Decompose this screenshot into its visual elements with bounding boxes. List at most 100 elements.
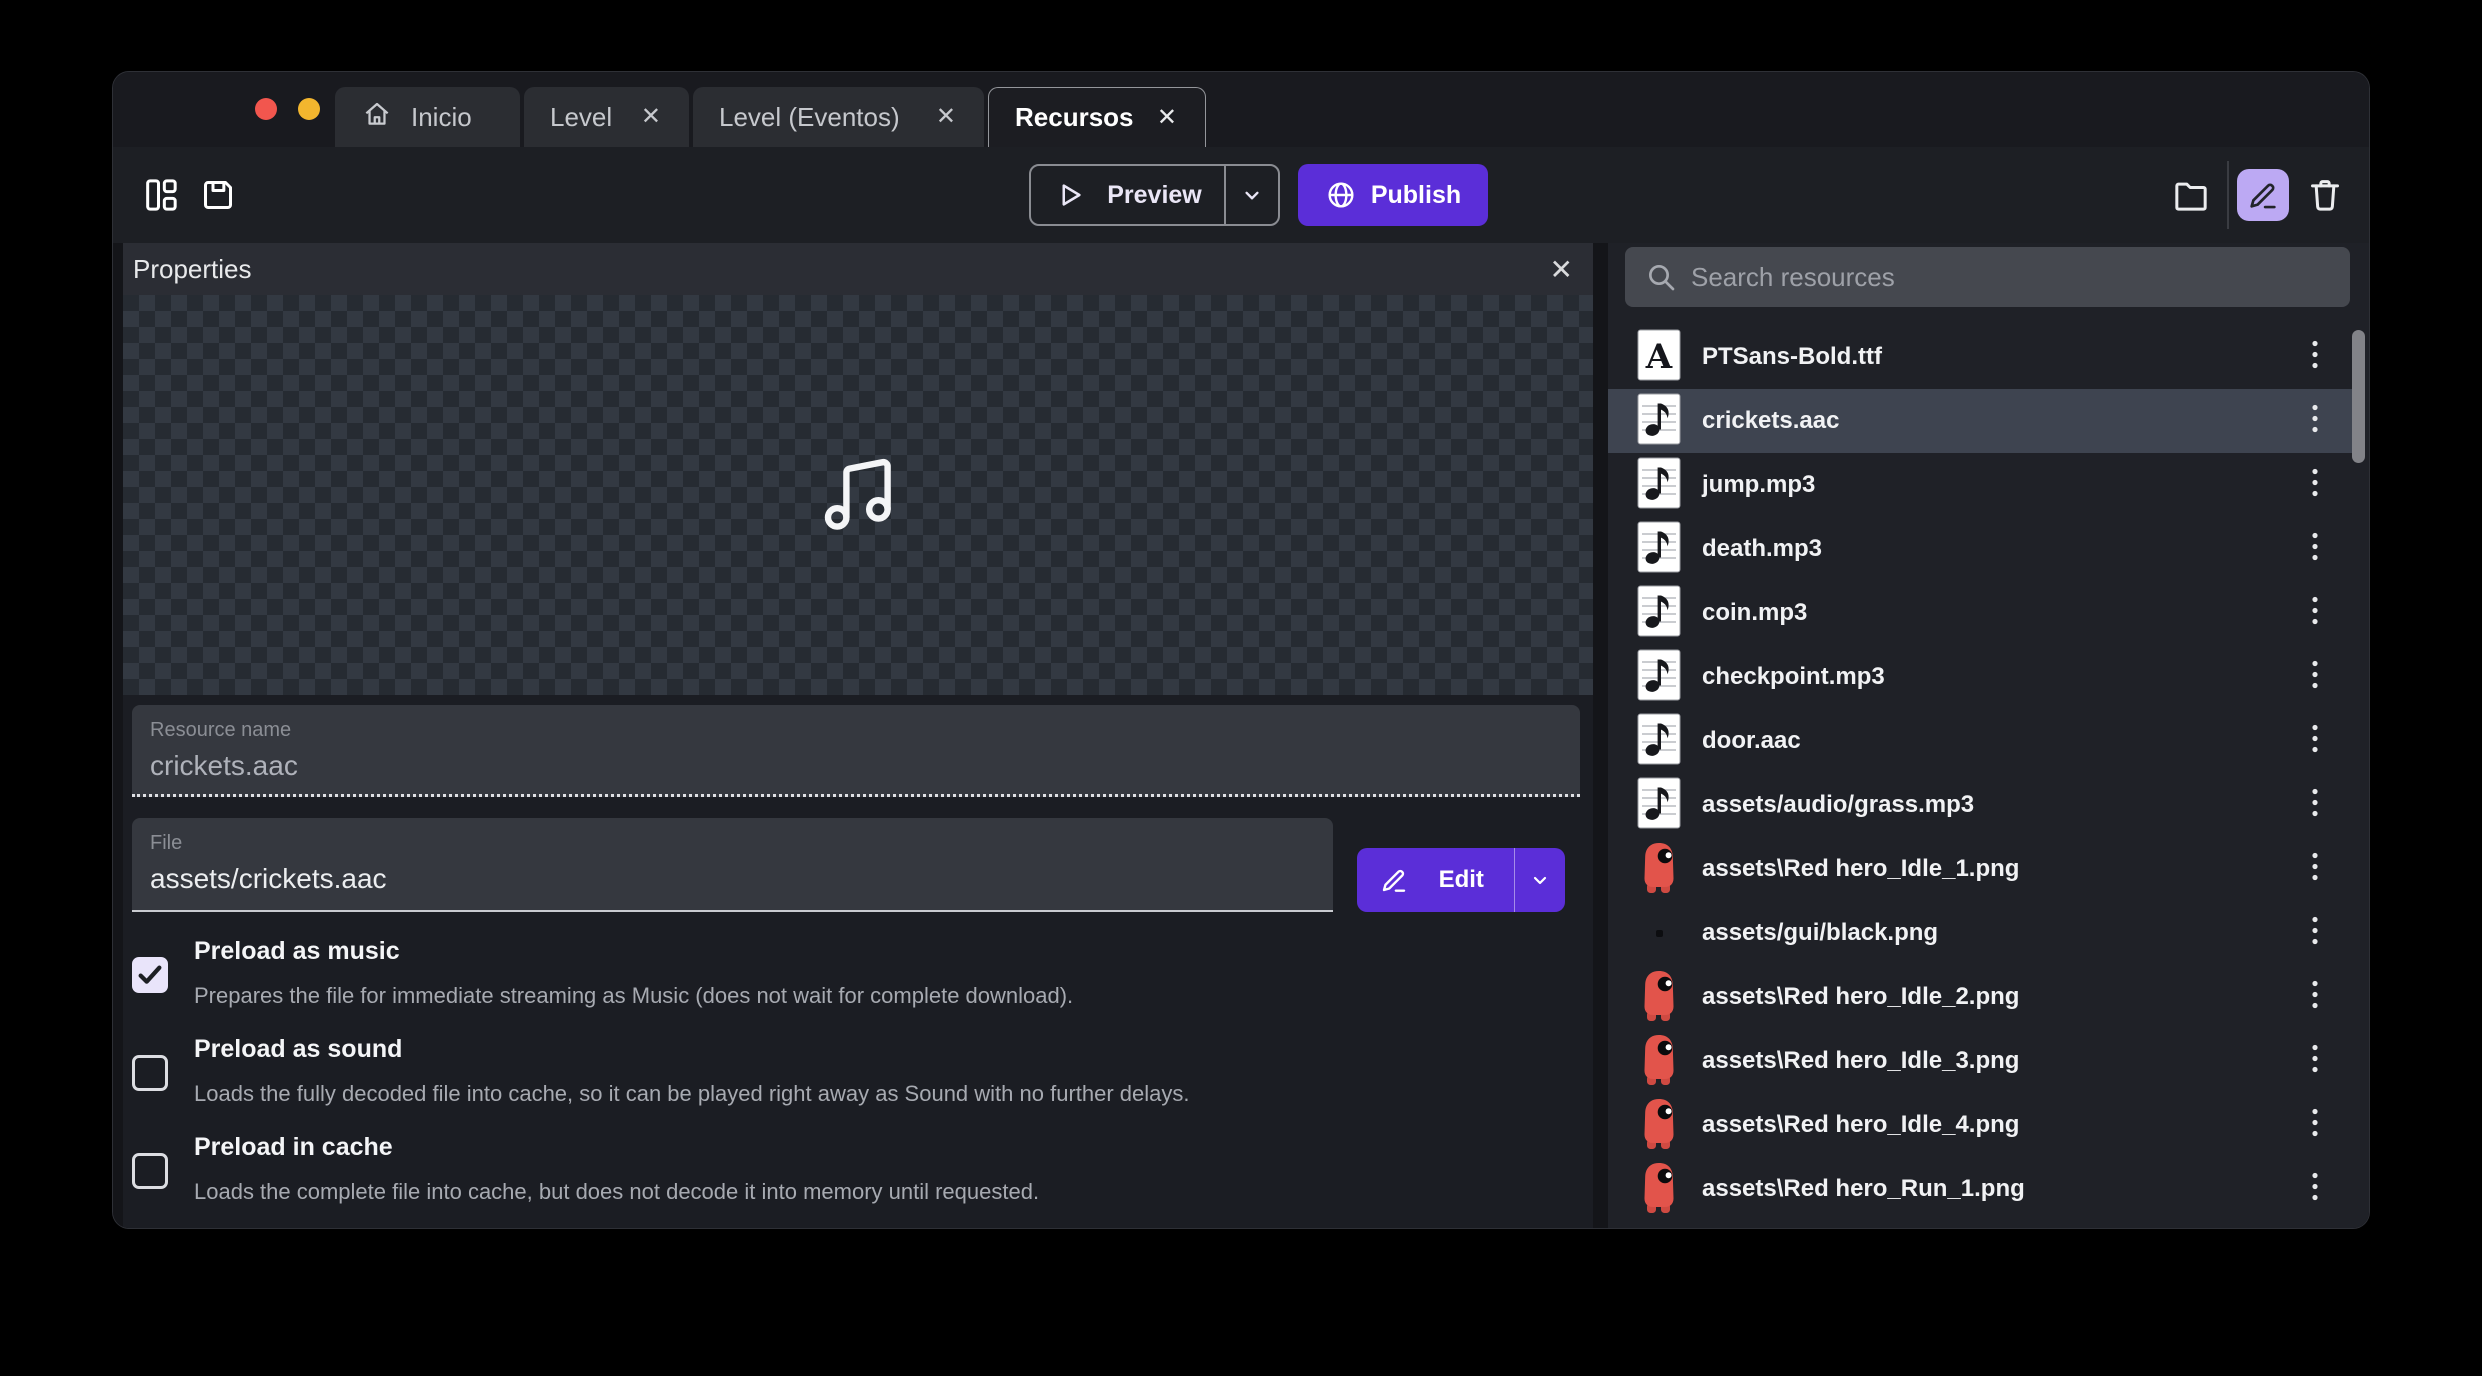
resource-row[interactable]: A [1608,773,2355,837]
resource-row[interactable]: A [1608,837,2355,901]
preload-music-option: Preload as music Prepares the file for i… [132,935,1552,1027]
tab-label: Recursos [1015,102,1134,133]
scrollbar-thumb[interactable] [2352,330,2365,463]
resource-row[interactable]: A [1608,1157,2355,1221]
audio-file-icon [1637,585,1681,642]
font-file-icon: A [1637,329,1681,386]
kebab-menu-icon[interactable] [2307,1040,2323,1083]
tab-recursos[interactable]: Recursos ✕ [988,87,1206,147]
kebab-menu-icon[interactable] [2307,336,2323,379]
red-hero-sprite-icon [1639,1097,1679,1154]
tab-level-eventos[interactable]: Level (Eventos) ✕ [693,87,984,147]
preload-music-checkbox[interactable] [132,957,168,993]
preview-dropdown-button[interactable] [1226,182,1278,208]
kebab-menu-icon[interactable] [2307,1168,2323,1211]
audio-file-icon [1637,649,1681,706]
kebab-menu-icon[interactable] [2307,912,2323,955]
kebab-menu-icon[interactable] [2307,848,2323,891]
preload-sound-option: Preload as sound Loads the fully decoded… [132,1033,1552,1125]
close-panel-icon[interactable]: ✕ [1542,251,1581,288]
kebab-menu-icon[interactable] [2307,400,2323,443]
edit-file-button[interactable]: Edit [1357,848,1565,912]
panel-title: Properties [133,254,252,285]
resource-name: assets\Red hero_Run_1.png [1702,1175,2025,1203]
resource-name-field[interactable]: Resource name crickets.aac [132,705,1580,797]
kebab-menu-icon[interactable] [2307,1104,2323,1147]
music-note-icon [808,447,908,543]
pencil-icon [2246,178,2280,212]
resource-name: coin.mp3 [1702,599,1807,627]
resource-row[interactable]: A [1608,517,2355,581]
resource-row[interactable]: A [1608,325,2355,389]
resource-row[interactable]: A [1608,901,2355,965]
play-icon [1055,180,1085,210]
preload-cache-option: Preload in cache Loads the complete file… [132,1131,1552,1223]
checkbox-label: Preload as sound [194,1035,402,1064]
resource-row[interactable]: A [1608,645,2355,709]
trash-icon[interactable] [2301,171,2349,219]
search-icon [1645,261,1677,293]
audio-file-icon [1637,393,1681,450]
resource-row[interactable]: A [1608,965,2355,1029]
resource-name: checkpoint.mp3 [1702,663,1885,691]
resource-row[interactable]: A [1608,1029,2355,1093]
resource-row[interactable]: A [1608,1093,2355,1157]
properties-panel: Properties ✕ Resource name crickets.aac … [123,243,1593,1228]
panels-layout-icon[interactable] [137,171,185,219]
kebab-menu-icon[interactable] [2307,976,2323,1019]
resource-row[interactable]: A [1608,453,2355,517]
resource-name: assets/audio/grass.mp3 [1702,791,1974,819]
kebab-menu-icon[interactable] [2307,784,2323,827]
red-hero-sprite-icon [1639,969,1679,1026]
resource-name: PTSans-Bold.ttf [1702,343,1882,371]
edit-dropdown-button[interactable] [1515,868,1565,892]
file-field[interactable]: File assets/crickets.aac [132,818,1333,912]
field-label: File [150,832,1315,855]
app-window: Inicio Level ✕ Level (Eventos) ✕ Recurso… [113,72,2369,1228]
audio-file-icon [1637,521,1681,578]
save-icon[interactable] [194,171,242,219]
preload-sound-checkbox[interactable] [132,1055,168,1091]
checkbox-description: Loads the fully decoded file into cache,… [194,1081,1190,1107]
edit-mode-button[interactable] [2237,169,2289,221]
audio-file-icon [1637,777,1681,834]
edit-label: Edit [1409,866,1514,894]
kebab-menu-icon[interactable] [2307,528,2323,571]
close-tab-icon[interactable]: ✕ [934,103,958,131]
kebab-menu-icon[interactable] [2307,656,2323,699]
content-area: Properties ✕ Resource name crickets.aac … [113,243,2369,1228]
resources-sidebar: A [1608,243,2369,1228]
publish-button[interactable]: Publish [1298,164,1488,226]
audio-file-icon [1637,457,1681,514]
resource-row[interactable]: A [1608,581,2355,645]
close-tab-icon[interactable]: ✕ [639,103,663,131]
search-box[interactable] [1625,247,2350,307]
resource-row[interactable]: A [1608,389,2355,453]
red-hero-sprite-icon [1639,1033,1679,1090]
close-window-button[interactable] [255,98,277,120]
tab-label: Level [550,102,612,133]
checkbox-label: Preload in cache [194,1133,393,1162]
tab-bar: Inicio Level ✕ Level (Eventos) ✕ Recurso… [335,87,1206,147]
publish-label: Publish [1371,181,1461,210]
preload-cache-checkbox[interactable] [132,1153,168,1189]
tab-level[interactable]: Level ✕ [524,87,689,147]
open-folder-icon[interactable] [2167,171,2215,219]
dark-image-thumbnail [1656,930,1663,937]
kebab-menu-icon[interactable] [2307,592,2323,635]
properties-header: Properties ✕ [123,243,1593,295]
checkbox-label: Preload as music [194,937,400,966]
pencil-icon [1379,865,1409,895]
checkbox-description: Loads the complete file into cache, but … [194,1179,1039,1205]
audio-file-icon [1637,713,1681,770]
kebab-menu-icon[interactable] [2307,720,2323,763]
resource-name: assets\Red hero_Idle_3.png [1702,1047,2019,1075]
titlebar: Inicio Level ✕ Level (Eventos) ✕ Recurso… [113,72,2369,147]
search-input[interactable] [1691,262,2350,293]
kebab-menu-icon[interactable] [2307,464,2323,507]
resource-row[interactable]: A [1608,709,2355,773]
minimize-window-button[interactable] [298,98,320,120]
preview-button[interactable]: Preview [1029,164,1280,226]
tab-inicio[interactable]: Inicio [335,87,520,147]
close-tab-icon[interactable]: ✕ [1155,104,1179,132]
